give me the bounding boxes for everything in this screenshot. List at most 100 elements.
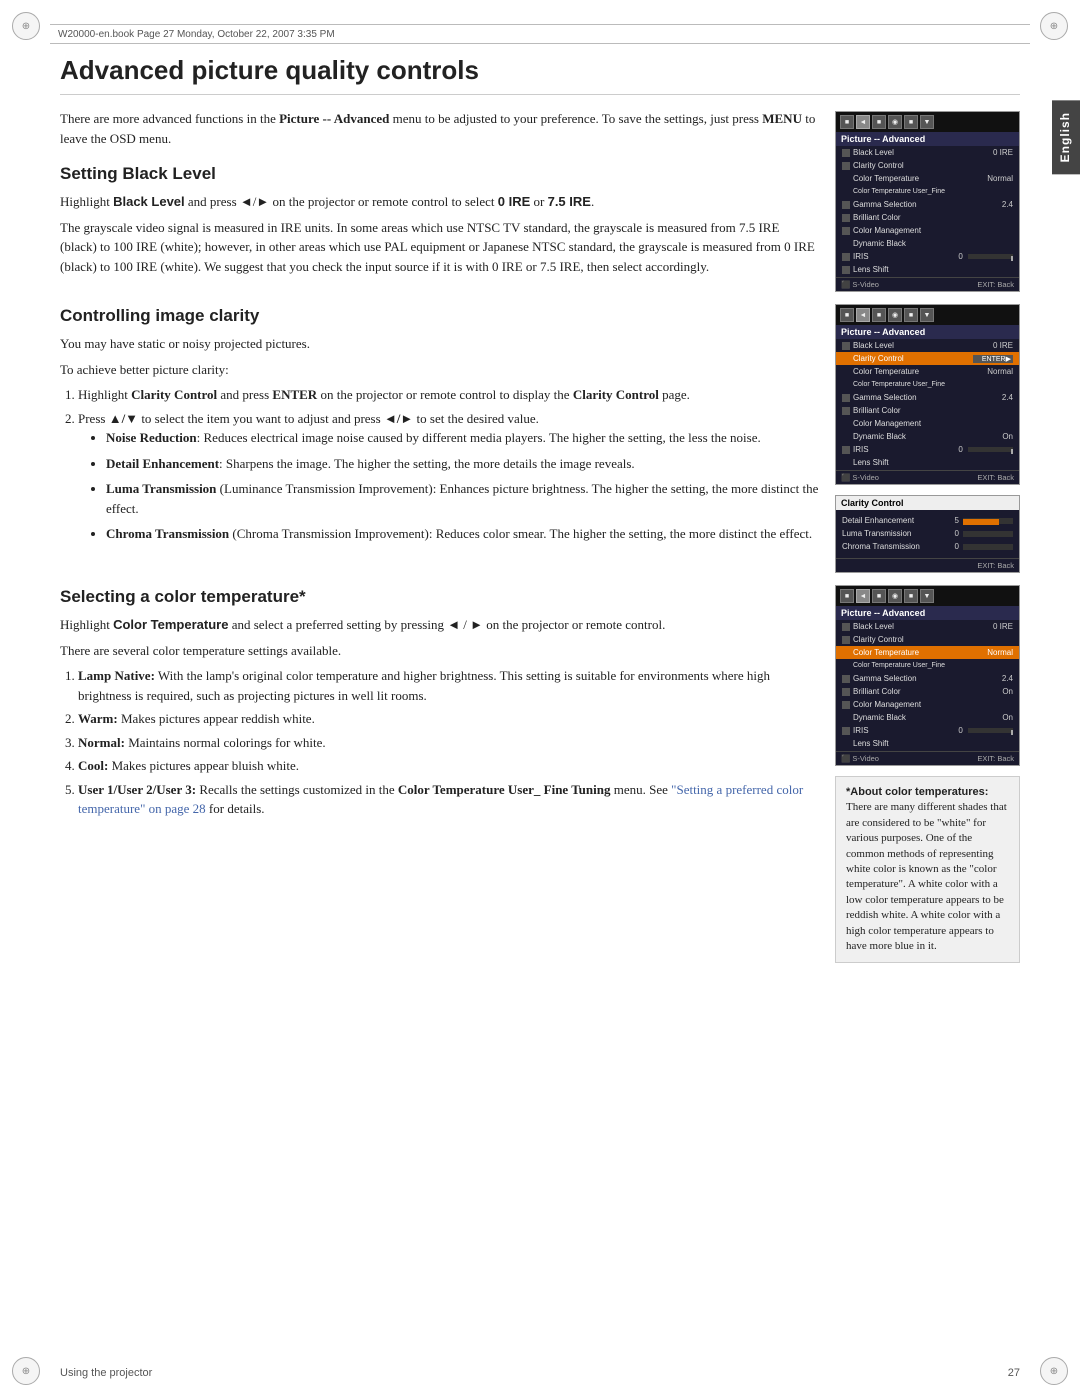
color-temp-item-1: Lamp Native: With the lamp's original co… [78,666,819,705]
clarity-control-box: Clarity Control Detail Enhancement 5 Lum… [835,495,1020,573]
osd-row-cm-1: Color Management [836,224,1019,237]
header-text: W20000-en.book Page 27 Monday, October 2… [58,29,335,40]
footnote-text: *About color temperatures: There are man… [846,785,1009,954]
color-temp-item-5: User 1/User 2/User 3: Recalls the settin… [78,780,819,819]
intro-section: There are more advanced functions in the… [60,109,1020,292]
footnote-box: *About color temperatures: There are man… [835,776,1020,963]
osd-row-bl-3: Black Level 0 IRE [836,620,1019,633]
osd-row-icon [842,214,850,222]
corner-decoration-tr: ⊕ [1040,12,1068,40]
osd-hdr-icon-1: ■ [840,115,854,129]
osd-row-icon [842,201,850,209]
footer-left: Using the projector [60,1367,152,1379]
osd-box-2: ■ ◄ ■ ◉ ■ ▼ Picture -- Advanced Black Le… [835,304,1020,485]
osd-bottom-1: ⬛ S-Video EXIT: Back [836,277,1019,291]
osd-row-ls-1: Lens Shift [836,263,1019,276]
osd-row-icon [842,266,850,274]
corner-decoration-tl: ⊕ [12,12,40,40]
osd-title-3: Picture -- Advanced [836,606,1019,620]
clarity-row-luma: Luma Transmission 0 [836,527,1019,540]
osd-row-bc-1: Brilliant Color [836,211,1019,224]
page-footer: Using the projector 27 [60,1367,1020,1379]
bullet-noise: Noise Reduction: Reduces electrical imag… [106,428,819,448]
osd-row-iris-3: IRIS 0 [836,724,1019,737]
color-temp-item-4: Cool: Makes pictures appear bluish white… [78,756,819,776]
black-level-section: Setting Black Level Highlight Black Leve… [60,164,819,276]
osd-row-cm-3: Color Management [836,698,1019,711]
main-content: Advanced picture quality controls There … [60,55,1020,1357]
osd-row-icon [842,149,850,157]
bullet-detail: Detail Enhancement: Sharpens the image. … [106,454,819,474]
corner-decoration-br: ⊕ [1040,1357,1068,1385]
bullet-chroma: Chroma Transmission (Chroma Transmission… [106,524,819,544]
color-temp-title: Selecting a color temperature* [60,587,819,607]
osd-row-gs-2: Gamma Selection 2.4 [836,391,1019,404]
osd-hdr-icon-4: ◉ [888,115,902,129]
color-temp-item-2: Warm: Makes pictures appear reddish whit… [78,709,819,729]
osd-bottom-3: ⬛ S-Video EXIT: Back [836,751,1019,765]
black-level-para2: The grayscale video signal is measured i… [60,218,819,277]
color-temp-list: Lamp Native: With the lamp's original co… [78,666,819,819]
osd-screenshot-col-1: ■ ◄ ■ ◉ ■ ▼ Picture -- Advanced Black Le… [835,109,1020,292]
english-tab: English [1052,100,1080,174]
osd-box-3: ■ ◄ ■ ◉ ■ ▼ Picture -- Advanced Black Le… [835,585,1020,766]
osd-row-icon [842,227,850,235]
black-level-para1: Highlight Black Level and press ◄/► on t… [60,192,819,212]
osd-row-ct-1: Color Temperature Normal [836,172,1019,185]
osd-title-2: Picture -- Advanced [836,325,1019,339]
osd-row-ct-3-hl: Color Temperature Normal [836,646,1019,659]
intro-left: There are more advanced functions in the… [60,109,819,292]
osd-hdr-icon-5: ■ [904,115,918,129]
header-bar: W20000-en.book Page 27 Monday, October 2… [50,24,1030,44]
clarity-para2: To achieve better picture clarity: [60,360,819,380]
clarity-section: Controlling image clarity You may have s… [60,302,1020,573]
osd-header-icons-3: ■ ◄ ■ ◉ ■ ▼ [836,586,1019,606]
osd-box-1: ■ ◄ ■ ◉ ■ ▼ Picture -- Advanced Black Le… [835,111,1020,292]
osd-hdr-icon-3: ■ [872,115,886,129]
osd-screenshot-col-2: ■ ◄ ■ ◉ ■ ▼ Picture -- Advanced Black Le… [835,302,1020,573]
osd-row-bc-3: Brilliant Color On [836,685,1019,698]
osd-row-iris-1: IRIS 0 [836,250,1019,263]
osd-row-ctuf-3: Color Temperature User_Fine [836,659,1019,672]
color-temp-right: ■ ◄ ■ ◉ ■ ▼ Picture -- Advanced Black Le… [835,583,1020,963]
footer-right: 27 [1008,1367,1020,1379]
clarity-left: Controlling image clarity You may have s… [60,302,819,573]
osd-row-bc-2: Brilliant Color [836,404,1019,417]
osd-row-iris-2: IRIS 0 [836,443,1019,456]
osd-row-icon [842,162,850,170]
color-temp-item-3: Normal: Maintains normal colorings for w… [78,733,819,753]
bullet-luma: Luma Transmission (Luminance Transmissio… [106,479,819,518]
osd-hdr-icon-2: ◄ [856,115,870,129]
black-level-title: Setting Black Level [60,164,819,184]
osd-row-db-2: Dynamic Black On [836,430,1019,443]
osd-header-icons-1: ■ ◄ ■ ◉ ■ ▼ [836,112,1019,132]
color-temp-para1: Highlight Color Temperature and select a… [60,615,819,635]
clarity-step-2: Press ▲/▼ to select the item you want to… [78,409,819,544]
osd-row-db-1: Dynamic Black [836,237,1019,250]
osd-row-icon [842,253,850,261]
osd-row-cc-3: Clarity Control [836,633,1019,646]
color-temp-para2: There are several color temperature sett… [60,641,819,661]
clarity-bottom: EXIT: Back [836,558,1019,572]
osd-row-ls-3: Lens Shift [836,737,1019,750]
osd-row-ct-2: Color Temperature Normal [836,365,1019,378]
osd-hdr-icon-6: ▼ [920,115,934,129]
corner-decoration-bl: ⊕ [12,1357,40,1385]
osd-bottom-2: ⬛ S-Video EXIT: Back [836,470,1019,484]
clarity-row-detail: Detail Enhancement 5 [836,514,1019,527]
osd-row-gs-3: Gamma Selection 2.4 [836,672,1019,685]
osd-row-bl-2: Black Level 0 IRE [836,339,1019,352]
clarity-bullets: Noise Reduction: Reduces electrical imag… [106,428,819,544]
osd-row-gs-1: Gamma Selection 2.4 [836,198,1019,211]
intro-text: There are more advanced functions in the… [60,109,819,148]
clarity-steps: Highlight Clarity Control and press ENTE… [78,385,819,544]
osd-header-icons-2: ■ ◄ ■ ◉ ■ ▼ [836,305,1019,325]
clarity-step-1: Highlight Clarity Control and press ENTE… [78,385,819,405]
clarity-control-title: Clarity Control [836,496,1019,510]
osd-row-cm-2: Color Management [836,417,1019,430]
clarity-row-chroma: Chroma Transmission 0 [836,540,1019,553]
osd-row-ctuf-2: Color Temperature User_Fine [836,378,1019,391]
osd-title-1: Picture -- Advanced [836,132,1019,146]
page-title: Advanced picture quality controls [60,55,1020,95]
osd-row-db-3: Dynamic Black On [836,711,1019,724]
